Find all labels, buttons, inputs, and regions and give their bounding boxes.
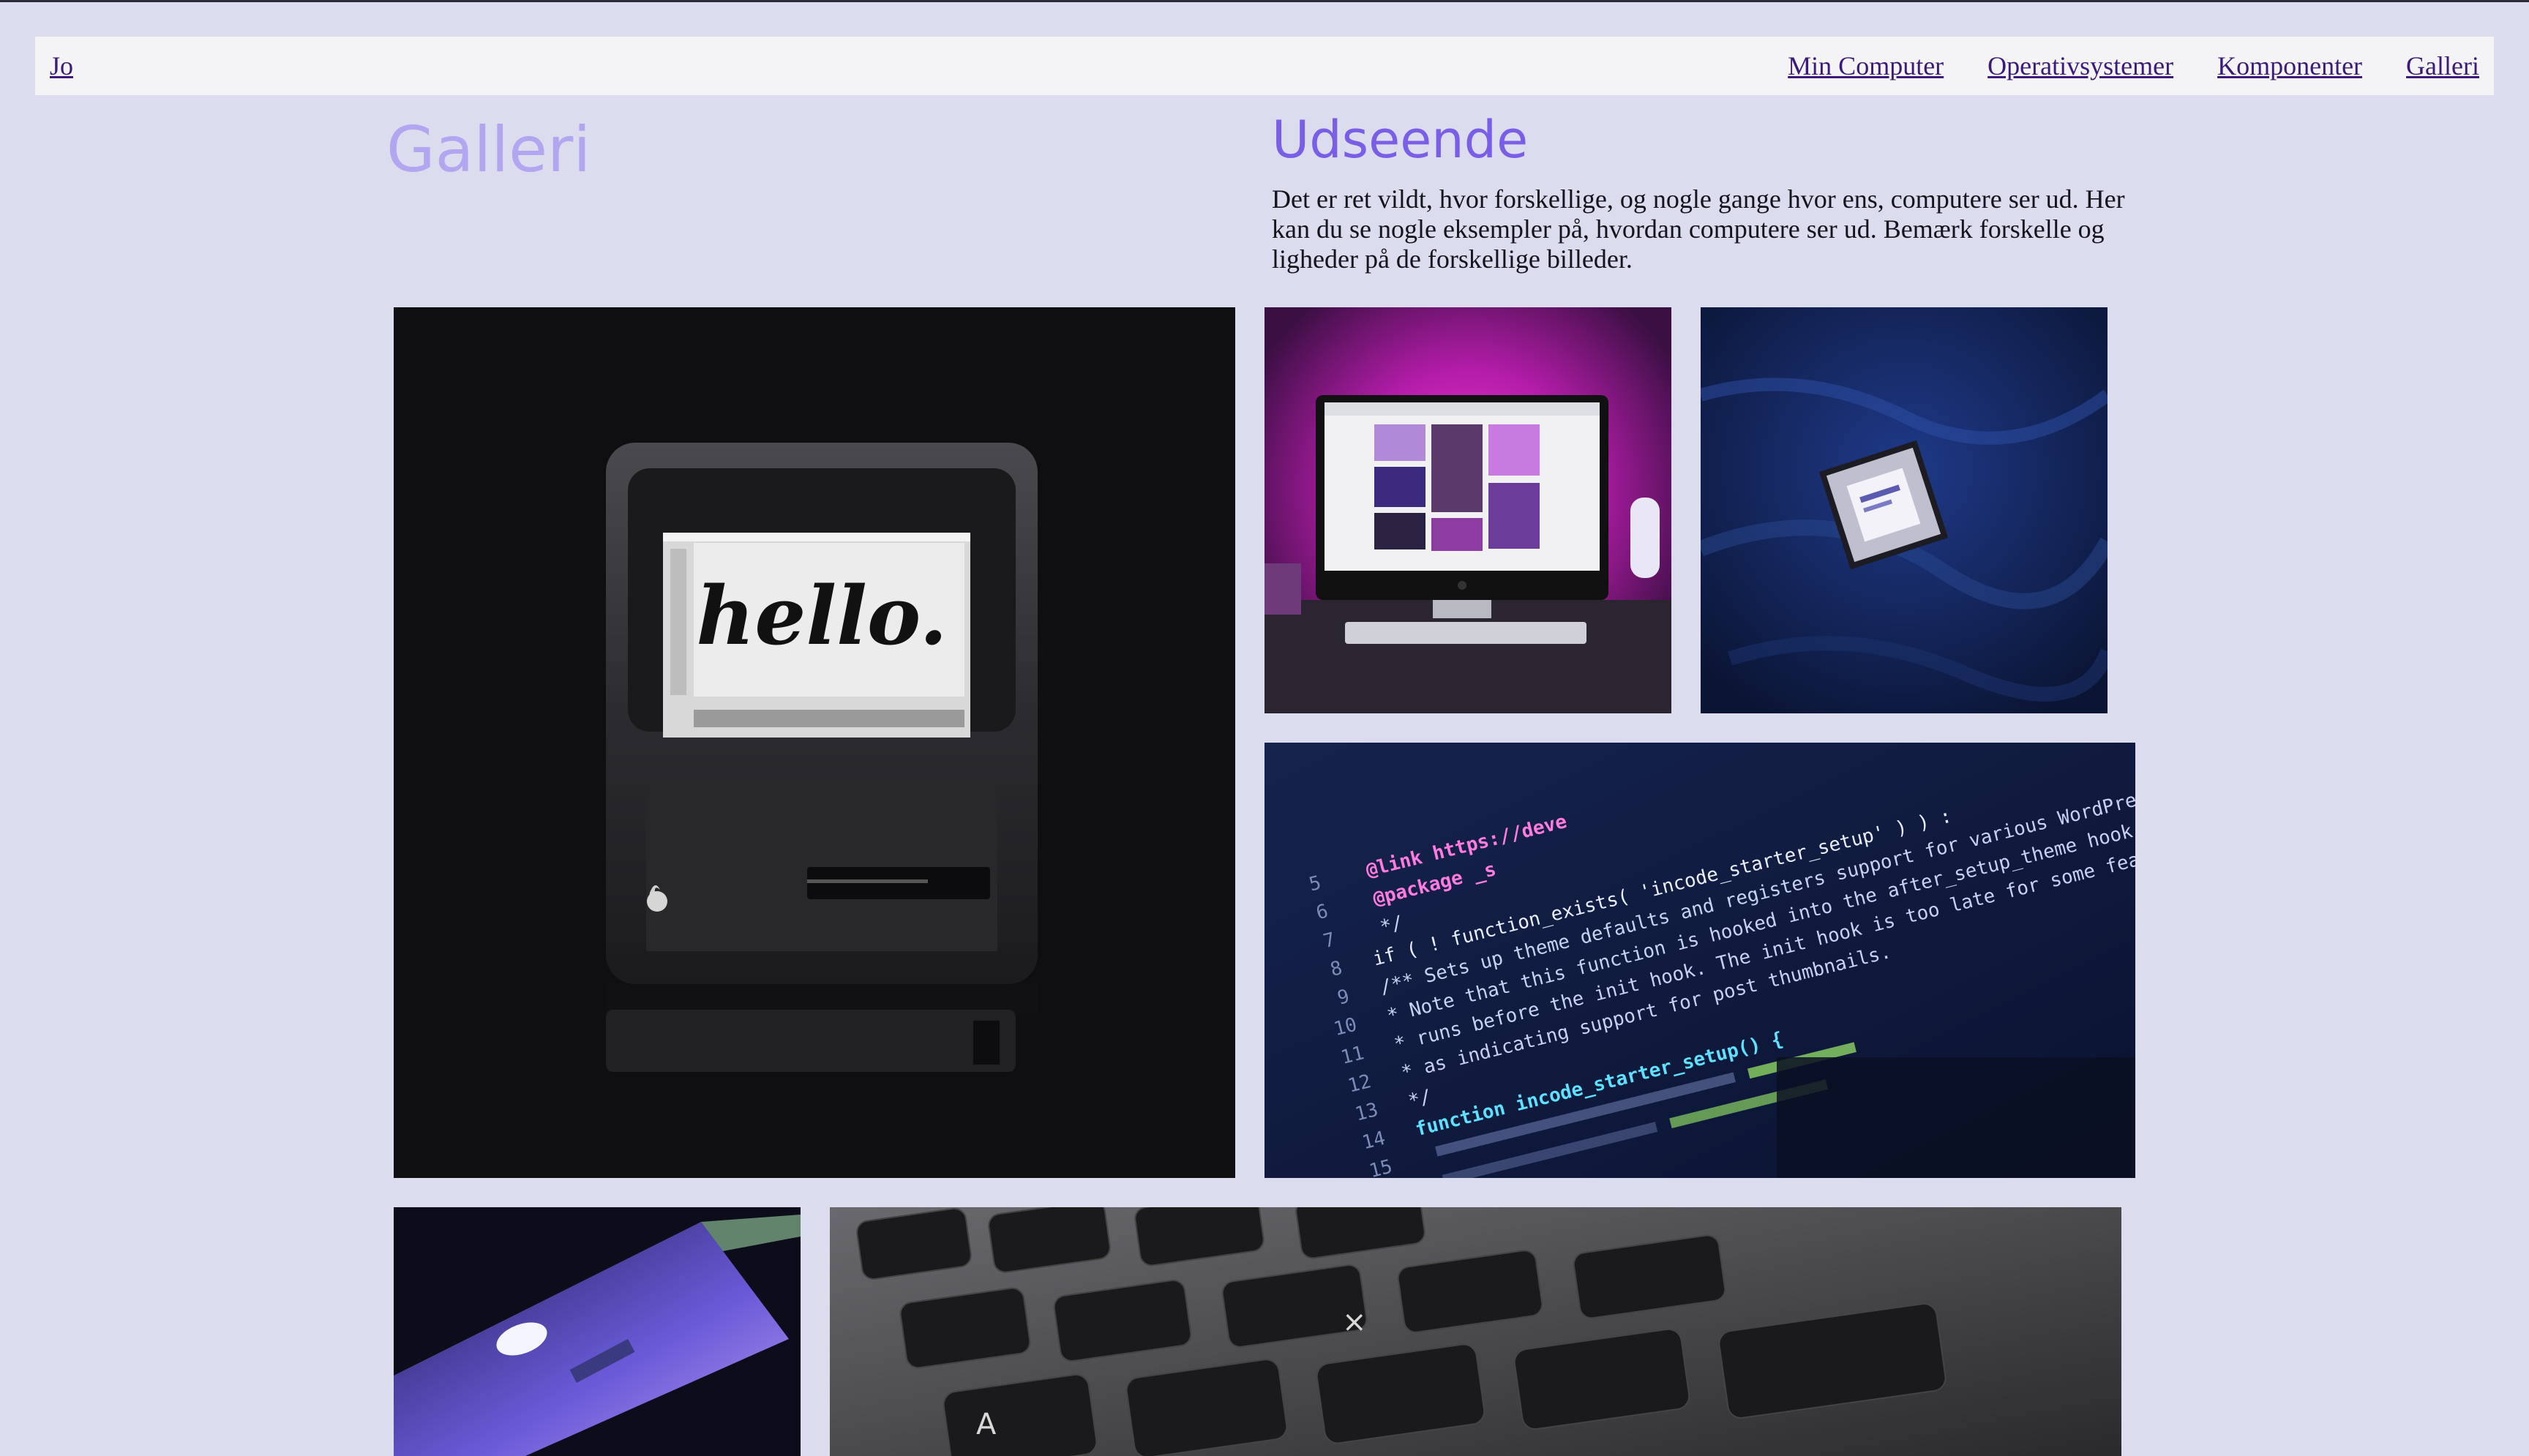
- photo-code-screen: 5 6 7 8 9 10 11 12 13 14 15 16 @link htt…: [1264, 743, 2135, 1178]
- photo-cpu-blue: [1701, 307, 2108, 713]
- photo-classic-mac: hello.: [394, 307, 1235, 1178]
- page-title: Galleri: [386, 113, 591, 187]
- navbar: Jo Min Computer Operativsystemer Kompone…: [35, 37, 2494, 95]
- section-description: Det er ret vildt, hvor forskellige, og n…: [1272, 184, 2125, 274]
- nav-link-galleri[interactable]: Galleri: [2406, 50, 2479, 82]
- nav-link-operativsystemer[interactable]: Operativsystemer: [1987, 50, 2173, 82]
- nav-links: Min Computer Operativsystemer Komponente…: [1788, 37, 2479, 95]
- window-top-border: [0, 0, 2529, 2]
- photo-macbook-purple: [394, 1207, 801, 1456]
- svg-text:A: A: [976, 1408, 997, 1441]
- nav-link-min-computer[interactable]: Min Computer: [1788, 50, 1944, 82]
- mac-screen-text: hello.: [696, 568, 947, 663]
- photo-keyboard: × A: [830, 1207, 2121, 1456]
- section-title: Udseende: [1272, 110, 1529, 170]
- svg-text:×: ×: [1342, 1305, 1367, 1339]
- brand-link[interactable]: Jo: [50, 50, 73, 82]
- photo-imac-pink: [1264, 307, 1671, 713]
- nav-link-komponenter[interactable]: Komponenter: [2217, 50, 2362, 82]
